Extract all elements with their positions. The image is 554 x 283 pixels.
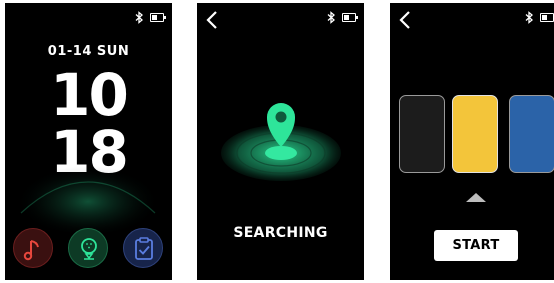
status-bar	[327, 11, 358, 24]
bluetooth-icon	[135, 11, 143, 24]
status-bar	[525, 11, 554, 24]
card-option-yellow[interactable]	[452, 95, 498, 173]
bluetooth-icon	[327, 11, 335, 24]
caret-up-icon	[466, 193, 486, 202]
searching-label: SEARCHING	[233, 225, 328, 241]
glow-decoration	[16, 162, 160, 233]
task-app-button[interactable]	[123, 228, 163, 268]
status-bar	[135, 11, 166, 24]
bluetooth-icon	[525, 11, 533, 24]
clock-hour: 10	[50, 61, 129, 129]
battery-icon	[342, 13, 358, 22]
home-screen: 01-14 SUN 10 18	[5, 3, 172, 280]
golf-app-button[interactable]	[68, 228, 108, 268]
card-option-blue[interactable]	[509, 95, 554, 173]
card-option-black[interactable]	[399, 95, 445, 173]
searching-screen: SEARCHING	[197, 3, 364, 280]
chevron-left-icon[interactable]	[398, 10, 412, 30]
card-select-screen: START	[390, 3, 554, 280]
music-app-button[interactable]	[13, 228, 53, 268]
date-label: 01-14 SUN	[47, 44, 130, 59]
music-note-icon	[23, 240, 39, 261]
start-button[interactable]: START	[434, 230, 518, 261]
chevron-left-icon[interactable]	[205, 10, 219, 30]
golf-ball-icon	[81, 238, 97, 260]
battery-icon	[540, 13, 554, 22]
battery-icon	[150, 13, 166, 22]
clipboard-check-icon	[135, 237, 153, 260]
location-pin-radar-icon	[221, 103, 341, 181]
